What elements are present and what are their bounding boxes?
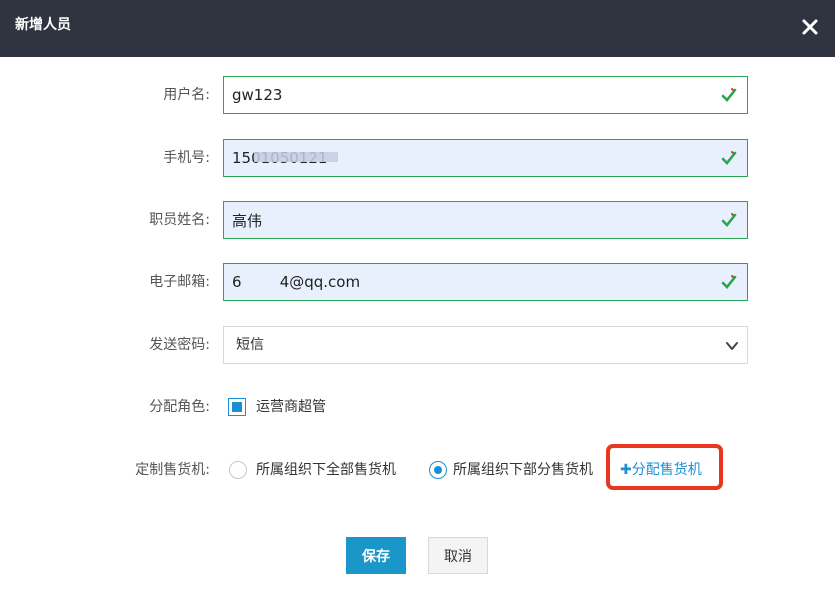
save-button[interactable]: 保存	[346, 537, 406, 574]
username-label: 用户名:	[163, 87, 210, 103]
redaction-mask	[254, 152, 338, 162]
username-row: 用户名:	[0, 76, 835, 114]
close-icon	[802, 19, 818, 35]
staff-name-row: 职员姓名:	[0, 201, 835, 239]
email-input[interactable]	[224, 264, 704, 300]
role-checkbox[interactable]	[228, 398, 246, 416]
cancel-button[interactable]: 取消	[428, 537, 488, 574]
valid-check-icon	[721, 213, 737, 227]
username-input[interactable]	[224, 77, 704, 113]
radio-all-vending-label[interactable]: 所属组织下全部售货机	[256, 451, 396, 489]
send-password-label: 发送密码:	[149, 337, 210, 353]
radio-partial-vending-label[interactable]: 所属组织下部分售货机	[453, 451, 593, 489]
valid-check-icon	[721, 88, 737, 102]
email-label: 电子邮箱:	[149, 274, 210, 290]
staff-name-label: 职员姓名:	[149, 212, 210, 228]
send-password-row: 发送密码: 短信	[0, 326, 835, 364]
vending-label: 定制售货机:	[135, 462, 210, 478]
staff-name-field[interactable]	[223, 201, 748, 239]
close-button[interactable]	[799, 16, 821, 38]
plus-icon: ✚	[620, 462, 632, 478]
username-field[interactable]	[223, 76, 748, 114]
chevron-down-icon	[726, 342, 738, 350]
email-field[interactable]	[223, 263, 748, 301]
dialog-header: 新增人员	[0, 0, 835, 57]
checkbox-checked-indicator	[232, 402, 242, 412]
role-label: 分配角色:	[149, 399, 210, 415]
send-password-value: 短信	[236, 337, 264, 353]
role-option-label[interactable]: 运营商超管	[256, 388, 326, 426]
phone-field[interactable]	[223, 139, 748, 177]
dialog-title: 新增人员	[15, 17, 71, 33]
send-password-select[interactable]: 短信	[223, 326, 748, 364]
role-row: 分配角色: 运营商超管	[0, 388, 835, 426]
radio-partial-vending[interactable]	[429, 461, 447, 479]
radio-selected-dot	[434, 466, 442, 474]
phone-row: 手机号:	[0, 139, 835, 177]
email-row: 电子邮箱:	[0, 263, 835, 301]
assign-vending-link[interactable]: ✚分配售货机	[620, 451, 702, 489]
staff-name-input[interactable]	[224, 202, 704, 238]
valid-check-icon	[721, 275, 737, 289]
assign-vending-label: 分配售货机	[631, 462, 702, 478]
valid-check-icon	[721, 151, 737, 165]
vending-row: 定制售货机: 所属组织下全部售货机 所属组织下部分售货机 ✚分配售货机	[0, 444, 835, 490]
phone-label: 手机号:	[163, 150, 210, 166]
radio-all-vending[interactable]	[229, 461, 247, 479]
